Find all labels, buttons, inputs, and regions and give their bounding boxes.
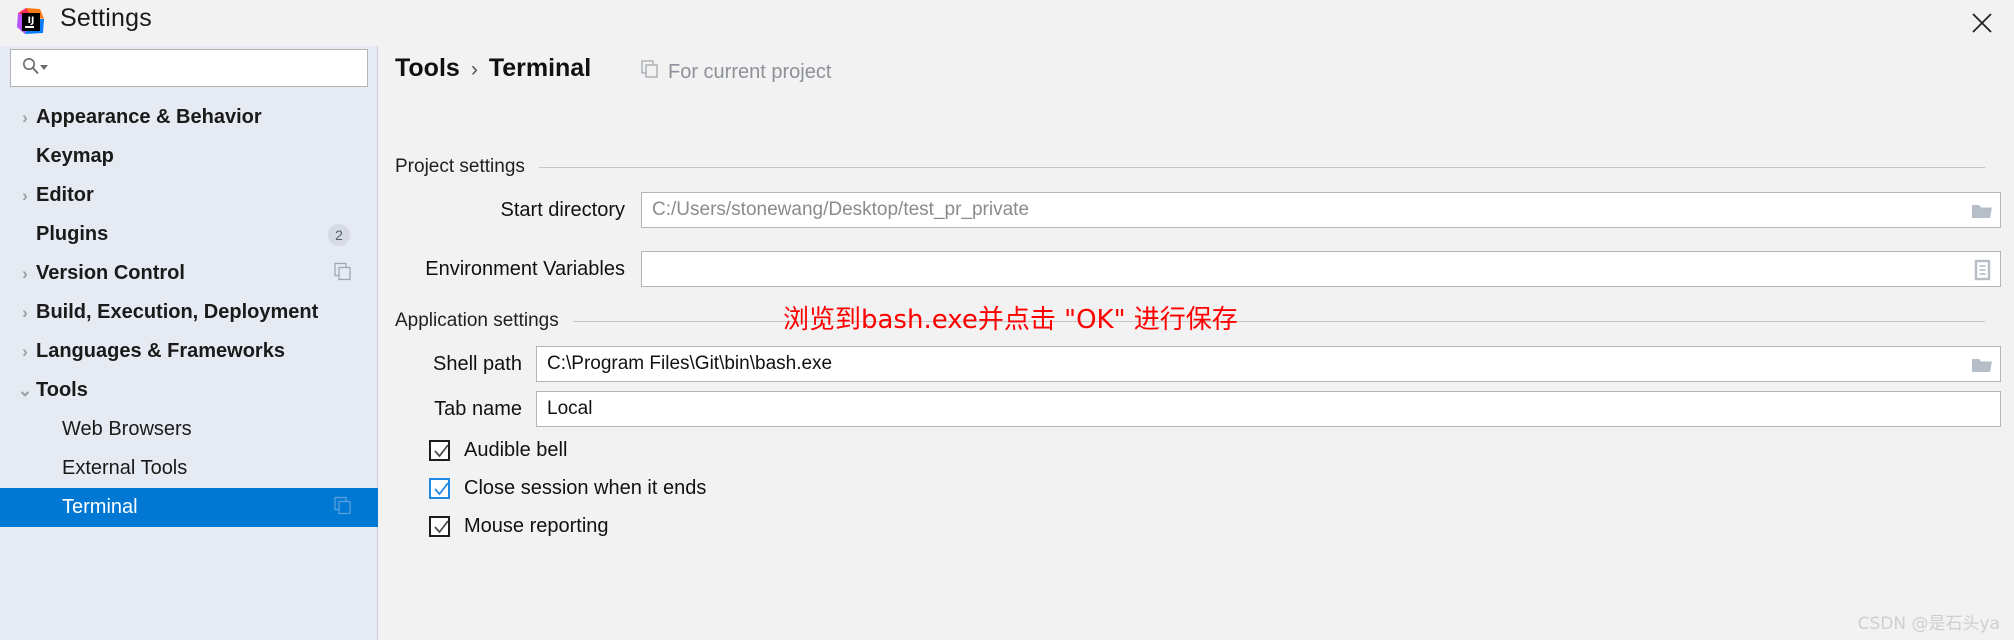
settings-dialog: IJ Settings › Appearance & Behavior Keym… [0, 0, 2014, 640]
no-chevron-icon [14, 225, 36, 245]
mouse-reporting-checkbox[interactable] [429, 516, 450, 537]
sidebar-item-plugins[interactable]: Plugins 2 [0, 215, 378, 254]
breadcrumb: Tools › Terminal [395, 54, 591, 83]
list-edit-icon[interactable] [1965, 253, 1999, 287]
sidebar-item-editor[interactable]: › Editor [0, 176, 378, 215]
sidebar-item-label: Version Control [36, 262, 185, 284]
project-settings-section-header: Project settings [395, 156, 1985, 178]
section-divider [538, 166, 1985, 168]
sidebar-item-label: Tools [36, 379, 88, 401]
close-session-label: Close session when it ends [464, 477, 707, 499]
window-title: Settings [60, 4, 152, 32]
chevron-right-icon[interactable]: › [14, 186, 36, 206]
sidebar-item-label: Plugins [36, 223, 109, 245]
for-current-project-label: For current project [641, 60, 831, 84]
search-field[interactable] [10, 49, 368, 87]
chevron-right-icon[interactable]: › [14, 108, 36, 128]
sidebar-item-keymap[interactable]: Keymap [0, 137, 378, 176]
shell-path-label: Shell path [433, 353, 522, 375]
settings-content: Tools › Terminal For current project Pro… [379, 46, 2014, 640]
folder-icon[interactable] [1965, 348, 1999, 382]
environment-variables-label: Environment Variables [425, 258, 625, 280]
sidebar-item-label: Editor [36, 184, 94, 206]
search-input[interactable] [55, 59, 355, 77]
for-current-project-text: For current project [668, 60, 832, 83]
sidebar-item-version-control[interactable]: › Version Control [0, 254, 378, 293]
chevron-down-icon[interactable]: ⌄ [14, 381, 36, 401]
start-directory-field[interactable]: C:/Users/stonewang/Desktop/test_pr_priva… [641, 192, 2001, 228]
plugins-update-badge: 2 [328, 223, 350, 246]
shell-path-field[interactable]: C:\Program Files\Git\bin\bash.exe [536, 346, 2001, 382]
chevron-right-icon[interactable]: › [14, 342, 36, 362]
breadcrumb-separator-icon: › [470, 58, 478, 81]
sidebar-item-label: Build, Execution, Deployment [36, 301, 319, 323]
sidebar-item-terminal[interactable]: Terminal [0, 488, 378, 527]
no-chevron-icon [14, 420, 36, 440]
csdn-watermark: CSDN @是石头ya [1857, 614, 2000, 634]
sidebar-item-label: External Tools [62, 457, 188, 479]
start-directory-value: C:/Users/stonewang/Desktop/test_pr_priva… [652, 199, 1030, 220]
red-annotation-text: 浏览到bash.exe并点击 "OK" 进行保存 [783, 305, 1238, 335]
sidebar-item-label: Languages & Frameworks [36, 340, 285, 362]
close-session-checkbox-row[interactable]: Close session when it ends [429, 477, 706, 500]
breadcrumb-current: Terminal [488, 54, 592, 82]
sidebar-item-appearance-behavior[interactable]: › Appearance & Behavior [0, 98, 378, 137]
close-icon[interactable] [1950, 0, 2014, 46]
copy-icon [334, 496, 352, 519]
no-chevron-icon [14, 498, 36, 518]
environment-variables-field[interactable] [641, 251, 2001, 287]
mouse-reporting-label: Mouse reporting [464, 515, 609, 537]
sidebar-item-label: Appearance & Behavior [36, 106, 262, 128]
chevron-right-icon[interactable]: › [14, 303, 36, 323]
sidebar-item-label: Terminal [62, 496, 138, 518]
sidebar-item-tools[interactable]: ⌄ Tools [0, 371, 378, 410]
no-chevron-icon [14, 147, 36, 167]
settings-sidebar: › Appearance & Behavior Keymap › Editor … [0, 46, 378, 640]
start-directory-label: Start directory [500, 199, 625, 221]
sidebar-item-label: Web Browsers [62, 418, 192, 440]
shell-path-value: C:\Program Files\Git\bin\bash.exe [547, 353, 833, 374]
title-bar: IJ Settings [0, 0, 2014, 46]
sidebar-item-label: Keymap [36, 145, 114, 167]
tab-name-label: Tab name [434, 398, 522, 420]
close-session-checkbox[interactable] [429, 478, 450, 499]
sidebar-item-languages-frameworks[interactable]: › Languages & Frameworks [0, 332, 378, 371]
chevron-right-icon[interactable]: › [14, 264, 36, 284]
intellij-idea-logo-icon: IJ [16, 7, 46, 37]
chevron-down-icon[interactable] [39, 59, 49, 77]
project-scope-icon [641, 60, 659, 84]
application-settings-title: Application settings [395, 310, 559, 331]
breadcrumb-parent[interactable]: Tools [395, 54, 460, 83]
audible-bell-checkbox-row[interactable]: Audible bell [429, 439, 567, 462]
mouse-reporting-checkbox-row[interactable]: Mouse reporting [429, 515, 609, 538]
tab-name-field[interactable]: Local [536, 391, 2001, 427]
sidebar-item-build-execution-deployment[interactable]: › Build, Execution, Deployment [0, 293, 378, 332]
audible-bell-label: Audible bell [464, 439, 568, 461]
copy-icon [334, 262, 352, 285]
project-settings-title: Project settings [395, 156, 525, 177]
settings-tree: › Appearance & Behavior Keymap › Editor … [0, 98, 378, 527]
tab-name-value: Local [547, 398, 593, 419]
search-icon [21, 56, 41, 81]
no-chevron-icon [14, 459, 36, 479]
audible-bell-checkbox[interactable] [429, 440, 450, 461]
sidebar-item-external-tools[interactable]: External Tools [0, 449, 378, 488]
sidebar-item-web-browsers[interactable]: Web Browsers [0, 410, 378, 449]
svg-text:IJ: IJ [28, 16, 35, 26]
folder-icon[interactable] [1965, 194, 1999, 228]
